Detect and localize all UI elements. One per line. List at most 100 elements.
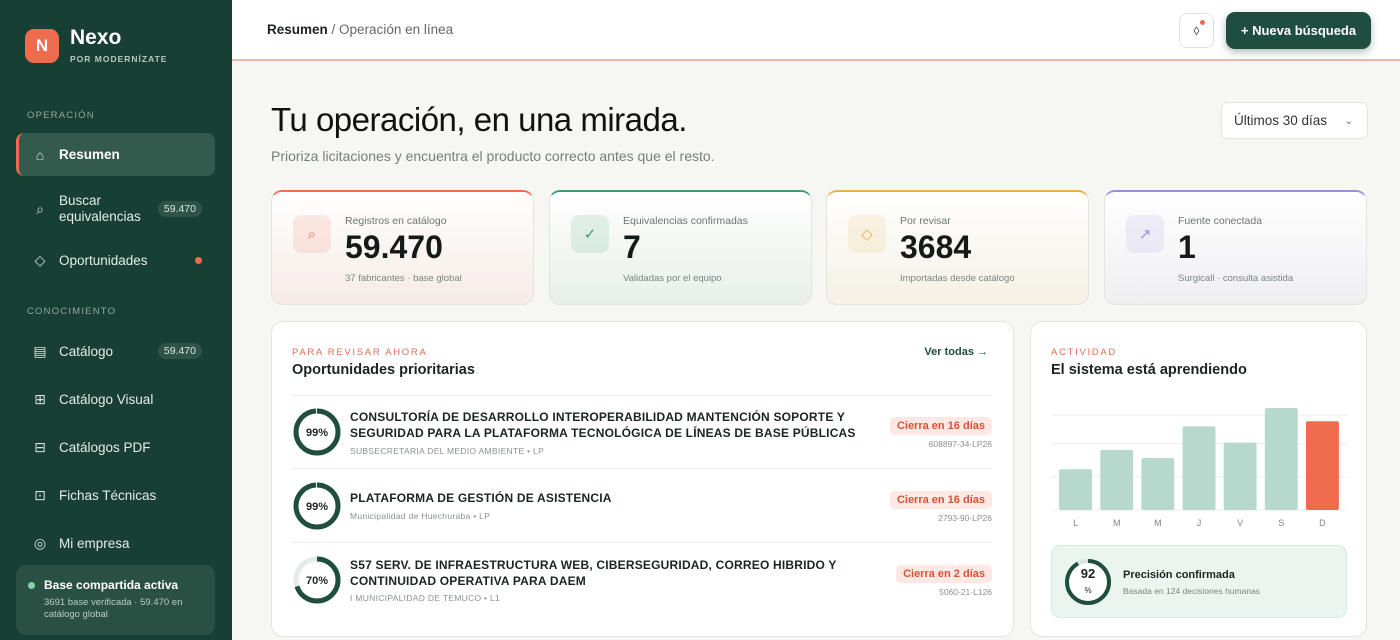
breadcrumb: Resumen / Operación en línea [267, 22, 453, 37]
breadcrumb-current[interactable]: Resumen [267, 22, 328, 37]
opportunities-eyebrow: PARA REVISAR AHORA [292, 347, 428, 358]
chart-bar[interactable] [1264, 408, 1298, 510]
sidebar-item-catalogos-pdf[interactable]: ⊟ Catálogos PDF [16, 430, 215, 464]
kpi-note: 37 fabricantes · base global [345, 273, 462, 284]
opportunity-meta: Municipalidad de Huechuraba • LP [350, 511, 491, 521]
precision-card: 92 % Precisión confirmada Basada en 124 … [1051, 545, 1347, 618]
new-search-button[interactable]: + Nueva búsqueda [1226, 12, 1371, 49]
sidebar-item-catalogo[interactable]: ▤ Catálogo 59.470 [16, 334, 215, 368]
chart-tick-label: M [1113, 518, 1121, 528]
opportunity-meta: SUBSECRETARIA DEL MEDIO AMBIENTE • LP [350, 446, 545, 456]
opportunity-row[interactable]: 99% CONSULTORÍA DE DESARROLLO INTEROPERA… [292, 395, 992, 468]
date-range-value: Últimos 30 días [1234, 113, 1328, 128]
page-subtitle: Prioriza licitaciones y encuentra el pro… [271, 148, 715, 164]
activity-eyebrow: ACTIVIDAD [1051, 347, 1117, 358]
sidebar-item-label: Resumen [59, 147, 120, 162]
sidebar-item-catalogo-visual[interactable]: ⊞ Catálogo Visual [16, 382, 215, 416]
opportunities-title: Oportunidades prioritarias [292, 362, 475, 378]
precision-subtitle: Basada en 124 decisiones humanas [1123, 586, 1261, 596]
kpi-card-to-review[interactable]: ◇ Por revisar 3684 Importadas desde catá… [826, 190, 1089, 305]
kpi-value: 1 [1178, 229, 1196, 265]
brand-name: Nexo [70, 26, 122, 49]
kpi-card-equivalences[interactable]: ✓ Equivalencias confirmadas 7 Validadas … [549, 190, 812, 305]
sidebar-item-oportunidades[interactable]: ◇ Oportunidades [16, 243, 215, 277]
sidebar-item-mi-empresa[interactable]: ◎ Mi empresa [16, 526, 215, 560]
brand-logo: N [25, 28, 59, 63]
chart-bar[interactable] [1223, 442, 1257, 510]
shared-base-status: Base compartida activa 3691 base verific… [16, 565, 215, 635]
kpi-label: Registros en catálogo [345, 215, 447, 227]
sidebar-item-resumen[interactable]: ⌂ Resumen [16, 133, 215, 176]
sheet-icon: ⊡ [34, 486, 46, 503]
chart-tick-label: L [1073, 518, 1078, 528]
deadline-badge: Cierra en 16 días [889, 491, 992, 509]
target-icon: ◎ [33, 534, 47, 551]
sidebar-item-label: Oportunidades [59, 252, 148, 268]
brand[interactable]: N Nexo POR MODERNÍZATE [25, 27, 167, 64]
precision-value: 92 [1081, 566, 1095, 581]
chart-bar[interactable] [1100, 449, 1134, 510]
sidebar-item-label: Mi empresa [59, 535, 130, 551]
sidebar-item-label: Fichas Técnicas [59, 487, 157, 503]
kpi-value: 59.470 [345, 229, 443, 265]
kpi-note: Validadas por el equipo [623, 273, 722, 284]
chart-bar[interactable] [1141, 457, 1175, 510]
diamond-icon: ◇ [34, 251, 46, 268]
chart-tick-label: J [1197, 518, 1202, 528]
tender-code: 608897-34-LP26 [928, 439, 992, 449]
chart-bar[interactable] [1182, 426, 1216, 510]
see-all-link[interactable]: Ver todas → [924, 346, 988, 358]
score-ring: 99% [293, 408, 341, 456]
score-label: 99% [306, 501, 328, 513]
notification-dot [1200, 20, 1205, 25]
sidebar: N Nexo POR MODERNÍZATE OPERACIÓN ⌂ Resum… [0, 0, 232, 640]
section-label-knowledge: CONOCIMIENTO [27, 306, 117, 317]
topbar: Resumen / Operación en línea ◊ + Nueva b… [232, 0, 1400, 61]
chart-bar[interactable] [1305, 421, 1339, 510]
notifications-button[interactable]: ◊ [1179, 13, 1214, 48]
kpi-label: Fuente conectada [1178, 215, 1263, 227]
kpi-card-catalog[interactable]: ⌕ Registros en catálogo 59.470 37 fabric… [271, 190, 534, 305]
opportunity-title[interactable]: CONSULTORÍA DE DESARROLLO INTEROPERABILI… [350, 409, 890, 441]
opportunity-row[interactable]: 70% S57 SERV. DE INFRAESTRUCTURA WEB, CI… [292, 542, 992, 617]
opportunity-row[interactable]: 99% PLATAFORMA DE GESTIÓN DE ASISTENCIA … [292, 468, 992, 542]
tender-code: 5060-21-L126 [939, 587, 992, 597]
chart-tick-label: D [1319, 518, 1326, 528]
kpi-note: Surgicall · consulta asistida [1178, 273, 1294, 284]
kpi-value: 3684 [900, 229, 972, 265]
search-icon: ⌕ [36, 200, 44, 217]
precision-ring: 92 % [1065, 559, 1111, 605]
kpi-card-source[interactable]: ↗ Fuente conectada 1 Surgicall · consult… [1104, 190, 1367, 305]
tender-code: 2793-90-LP26 [938, 513, 992, 523]
chart-tick-label: M [1154, 518, 1162, 528]
sidebar-item-label: Buscar equivalencias [59, 193, 141, 224]
kpi-label: Por revisar [900, 215, 951, 227]
page-title: Tu operación, en una mirada. [271, 101, 687, 138]
opportunity-meta: I MUNICIPALIDAD DE TEMUCO • L1 [350, 593, 501, 603]
score-ring: 70% [293, 556, 341, 604]
sidebar-item-label: Catálogo [59, 343, 114, 359]
document-icon: ⊟ [34, 438, 46, 455]
diamond-icon: ◇ [848, 215, 886, 253]
date-range-select[interactable]: Últimos 30 días ⌄ [1221, 102, 1368, 139]
sidebar-item-buscar-equivalencias[interactable]: ⌕ Buscar equivalencias 59.470 [16, 186, 215, 232]
grid-icon: ⊞ [34, 390, 46, 407]
shared-base-title: Base compartida activa [44, 578, 179, 592]
brand-subtitle: POR MODERNÍZATE [70, 54, 168, 64]
opportunity-title[interactable]: S57 SERV. DE INFRAESTRUCTURA WEB, CIBERS… [350, 557, 890, 589]
count-badge: 59.470 [157, 343, 202, 359]
list-icon: ▤ [33, 342, 47, 359]
precision-title: Precisión confirmada [1123, 569, 1235, 581]
score-ring: 99% [293, 482, 341, 530]
chart-bar[interactable] [1059, 469, 1093, 510]
notification-dot [195, 256, 202, 264]
activity-title: El sistema está aprendiendo [1051, 362, 1247, 378]
sidebar-item-fichas-tecnicas[interactable]: ⊡ Fichas Técnicas [16, 478, 215, 512]
precision-unit: % [1084, 586, 1091, 595]
chart-tick-label: S [1278, 518, 1284, 528]
score-label: 70% [306, 575, 328, 587]
activity-bar-chart: LMMJVSD [1051, 408, 1347, 528]
arrow-up-right-icon: ↗ [1126, 215, 1164, 253]
opportunity-title[interactable]: PLATAFORMA DE GESTIÓN DE ASISTENCIA [350, 490, 890, 506]
sidebar-item-label: Catálogo Visual [59, 391, 154, 407]
